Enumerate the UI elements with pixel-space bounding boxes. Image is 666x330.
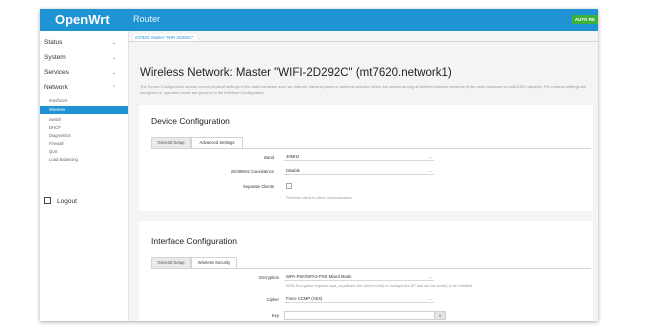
- sidebar-item-services[interactable]: Services ⌄: [44, 69, 124, 76]
- hostname: Router: [133, 14, 161, 24]
- chevron-down-icon: ⌄: [111, 70, 116, 76]
- sidebar-subitem-diagnostics[interactable]: Diagnostics: [49, 133, 71, 138]
- section-title: Device Configuration: [151, 116, 230, 126]
- band-value: 40MHz: [286, 154, 300, 159]
- device-config-panel: Device Configuration General Setup Advan…: [139, 105, 593, 211]
- logout-icon: [44, 197, 51, 204]
- separate-clients-label: Separate Clients: [243, 184, 274, 189]
- sidebar-item-network[interactable]: Network ⌃: [44, 84, 124, 91]
- chevron-up-icon: ⌃: [111, 85, 116, 91]
- page-description: The Device Configuration section covers …: [140, 84, 587, 95]
- key-input[interactable]: ∗: [284, 311, 446, 320]
- sidebar-subitem-switch[interactable]: Switch: [49, 117, 61, 122]
- coexistence-label: 20/40MHz Coexistence: [230, 169, 274, 174]
- sidebar-subitem-firewall[interactable]: Firewall: [49, 141, 63, 146]
- encryption-hint: WPA-Encryption requires wpa_supplicant (…: [286, 284, 474, 288]
- sidebar-subitem-wireless[interactable]: Wireless: [40, 106, 128, 114]
- chevron-down-icon: ⌄: [111, 55, 116, 61]
- sidebar-item-status[interactable]: Status ⌄: [44, 39, 124, 46]
- encryption-value: WPA-PSK/WPA2-PSK Mixed Mode: [286, 274, 352, 279]
- sidebar-subitem-dhcp[interactable]: DHCP: [49, 125, 61, 130]
- encryption-select[interactable]: WPA-PSK/WPA2-PSK Mixed Mode ⌄: [284, 273, 434, 281]
- sidebar-subitem-load-balancing[interactable]: Load Balancing: [49, 157, 78, 162]
- chevron-down-icon: ⌄: [111, 40, 116, 46]
- sidebar: Status ⌄ System ⌄ Services ⌄ Network ⌃ I…: [40, 31, 128, 321]
- section-title: Interface Configuration: [151, 236, 237, 246]
- breadcrumb-divider: [129, 41, 598, 42]
- sidebar-subitem-qos[interactable]: QoS: [49, 149, 57, 154]
- logout-link[interactable]: Logout: [44, 197, 77, 205]
- band-label: Band: [264, 155, 274, 160]
- browser-frame: OpenWrt Router AUTO RE Status ⌄ System ⌄…: [40, 9, 598, 321]
- sidebar-subitem-interfaces[interactable]: Interfaces: [49, 98, 67, 103]
- sidebar-subitem-label: Wireless: [49, 107, 66, 112]
- tab-divider: [151, 268, 591, 269]
- sidebar-item-label: Status: [44, 39, 63, 46]
- cipher-select[interactable]: Force CCMP (AES) ⌄: [284, 295, 434, 303]
- auto-refresh-badge[interactable]: AUTO RE: [571, 15, 598, 24]
- sidebar-item-label: Services: [44, 69, 69, 76]
- coexistence-value: Disable: [286, 168, 300, 173]
- separate-clients-checkbox[interactable]: [286, 183, 292, 189]
- brand-logo[interactable]: OpenWrt: [55, 12, 110, 27]
- tab-divider: [151, 148, 591, 149]
- sidebar-item-system[interactable]: System ⌄: [44, 54, 124, 61]
- chevron-down-icon: ⌄: [428, 274, 432, 279]
- logout-label: Logout: [57, 198, 77, 205]
- chevron-down-icon: ⌄: [428, 296, 432, 301]
- separate-clients-hint: Prevents client-to-client communication: [286, 196, 353, 200]
- cipher-label: Cipher: [266, 297, 279, 302]
- top-bar: OpenWrt Router AUTO RE: [40, 9, 598, 31]
- sidebar-item-label: System: [44, 54, 66, 61]
- main-content: mt7620: Master "WiFi-2D292C" Wireless Ne…: [129, 31, 598, 321]
- sidebar-item-label: Network: [44, 84, 68, 91]
- key-label: Key: [271, 313, 279, 318]
- band-select[interactable]: 40MHz ⌄: [284, 153, 434, 161]
- chevron-down-icon: ⌄: [428, 168, 432, 173]
- page-title: Wireless Network: Master "WIFI-2D292C" (…: [140, 67, 452, 79]
- cipher-value: Force CCMP (AES): [286, 296, 323, 301]
- interface-config-panel: Interface Configuration General Setup Wi…: [139, 221, 593, 321]
- chevron-down-icon: ⌄: [428, 154, 432, 159]
- coexistence-select[interactable]: Disable ⌄: [284, 167, 434, 175]
- encryption-label: Encryption: [259, 275, 279, 280]
- reveal-password-icon[interactable]: ∗: [434, 312, 445, 319]
